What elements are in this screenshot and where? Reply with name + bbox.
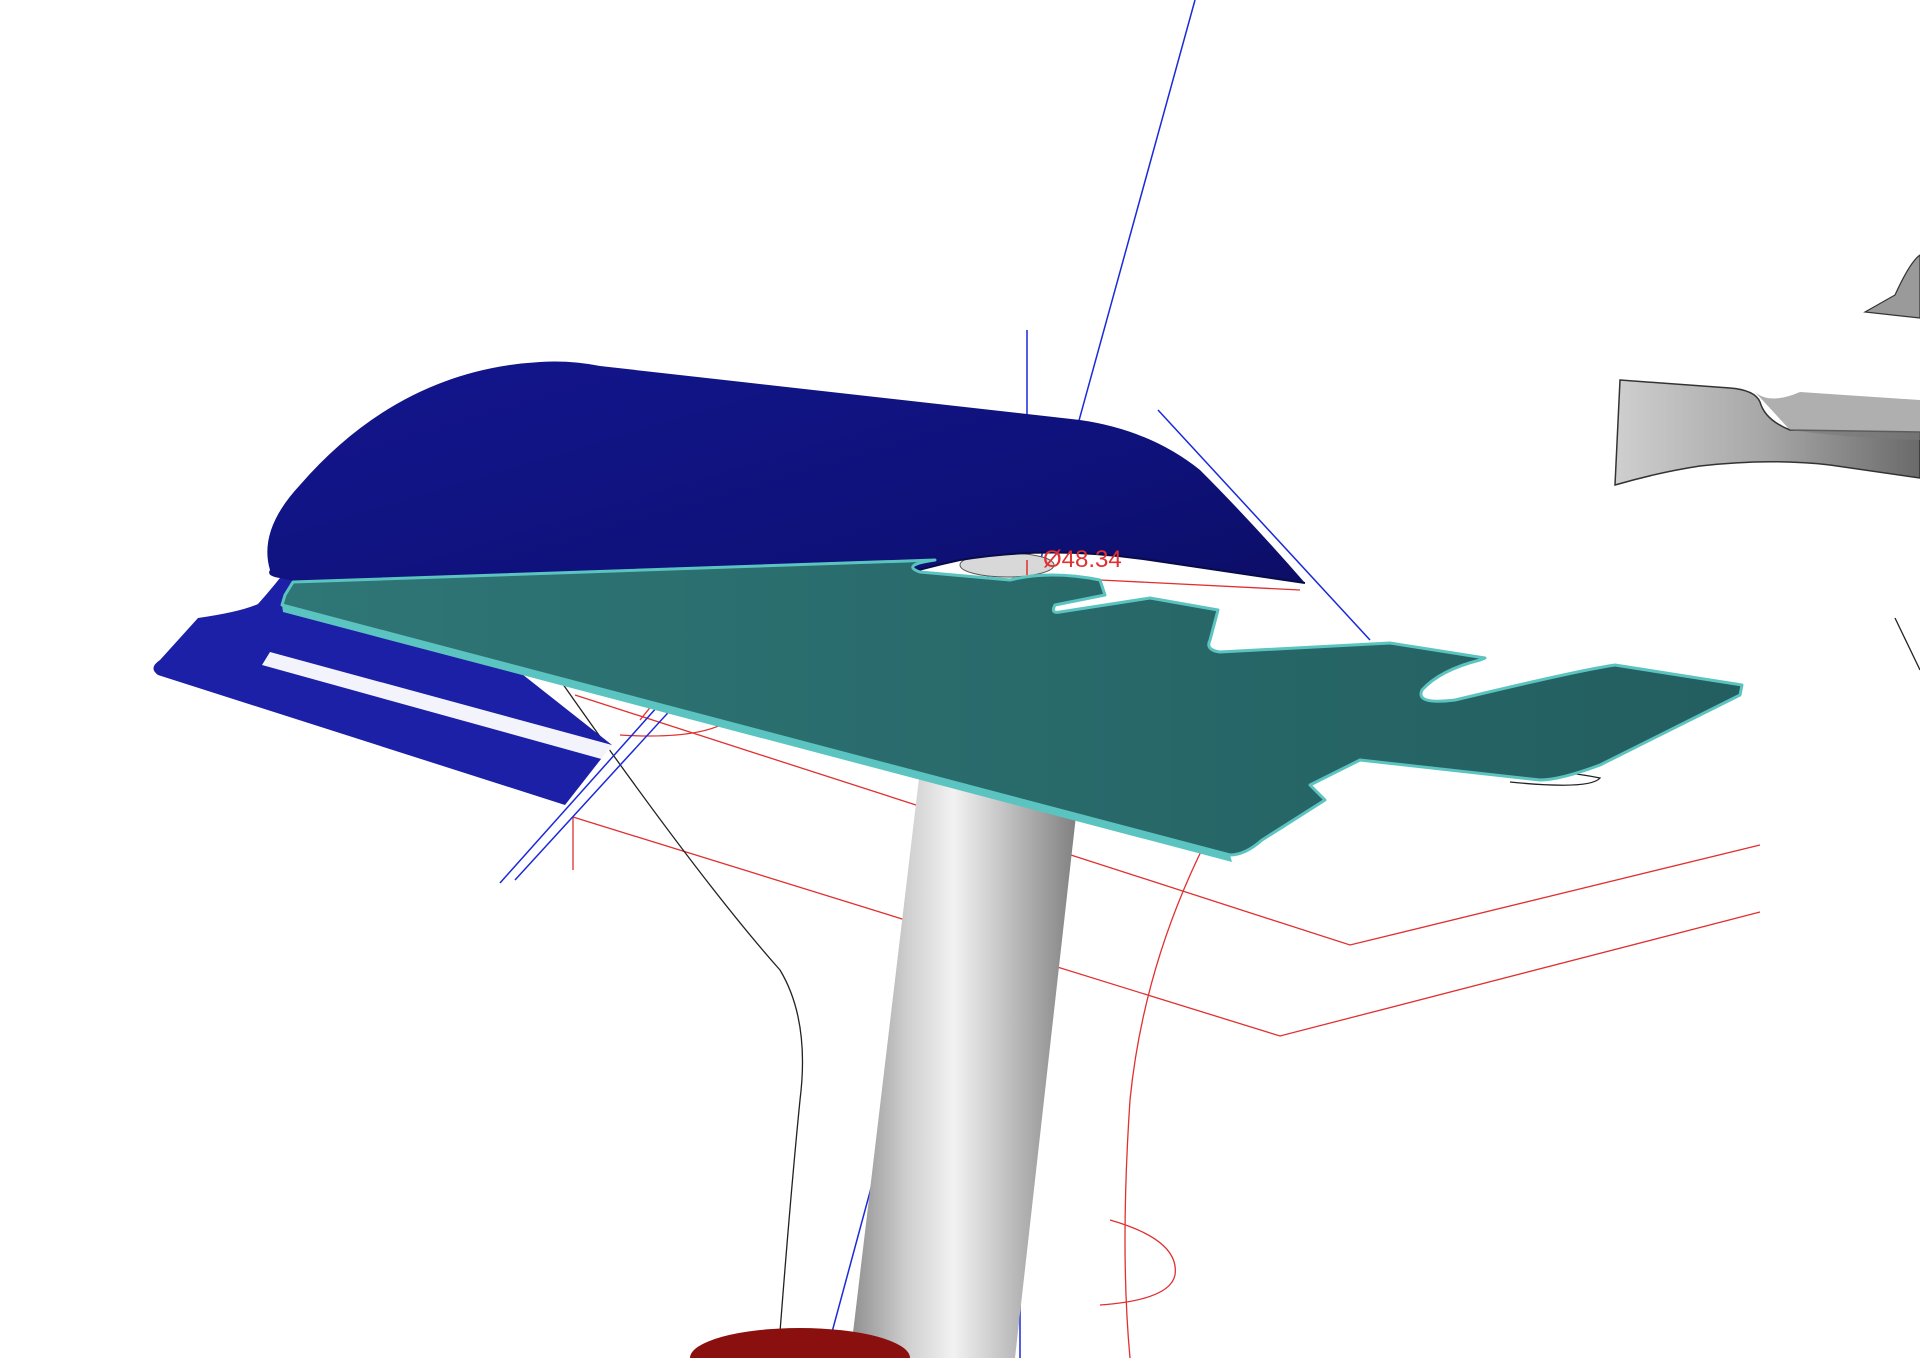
clamp-part[interactable] [1614, 379, 1920, 487]
cad-viewport[interactable]: Ø48.34 [0, 0, 1920, 1358]
diameter-label: Ø48.34 [1043, 546, 1122, 573]
bracket-part[interactable] [1863, 254, 1920, 319]
scene-canvas[interactable]: Ø48.34 [0, 0, 1920, 1358]
